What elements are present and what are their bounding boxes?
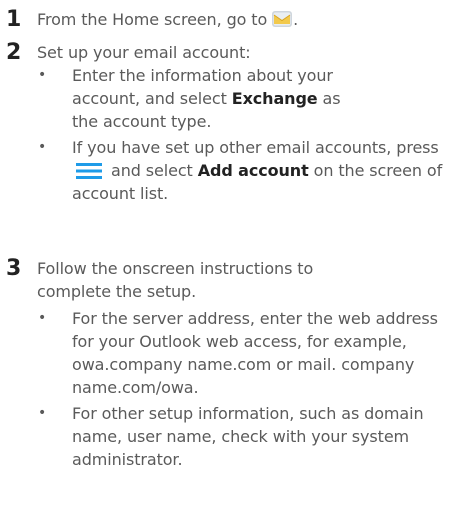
- step-text-after: .: [293, 10, 299, 29]
- step-text: Set up your email account:: [37, 43, 251, 62]
- step-number: 3: [6, 256, 22, 281]
- bullet-text: and select: [106, 161, 198, 180]
- bullet-dot: •: [38, 310, 47, 326]
- bullet-dot: •: [38, 405, 47, 421]
- step-text: Follow the onscreen instructions to comp…: [37, 259, 314, 301]
- step-text: From the Home screen, go to .: [37, 8, 457, 31]
- menu-icon: [76, 162, 102, 179]
- bullet-text: For the server address, enter the web ad…: [72, 309, 438, 397]
- list-item: • For the server address, enter the web a…: [37, 307, 462, 399]
- step-number: 2: [6, 40, 22, 65]
- step-3-bullets: • For the server address, enter the web a…: [37, 307, 462, 471]
- list-item: • For other setup information, such as do…: [37, 402, 462, 471]
- emphasis-exchange: Exchange: [231, 89, 318, 108]
- step-number: 1: [6, 7, 22, 32]
- step-2-bullets: • Enter the information about your accoun…: [37, 64, 462, 205]
- mail-app-icon: [271, 10, 293, 28]
- bullet-dot: •: [38, 67, 47, 83]
- list-item: • Enter the information about your accoun…: [37, 64, 367, 133]
- manual-page: 1 From the Home screen, go to . 2 Set up…: [0, 0, 469, 519]
- step-text-before: From the Home screen, go to: [37, 10, 268, 29]
- bullet-text: For other setup information, such as dom…: [72, 404, 424, 469]
- list-item: • If you have set up other email accounts…: [37, 136, 462, 205]
- bullet-dot: •: [38, 139, 47, 155]
- emphasis-add-account: Add account: [197, 161, 309, 180]
- bullet-text: If you have set up other email accounts,…: [72, 138, 439, 157]
